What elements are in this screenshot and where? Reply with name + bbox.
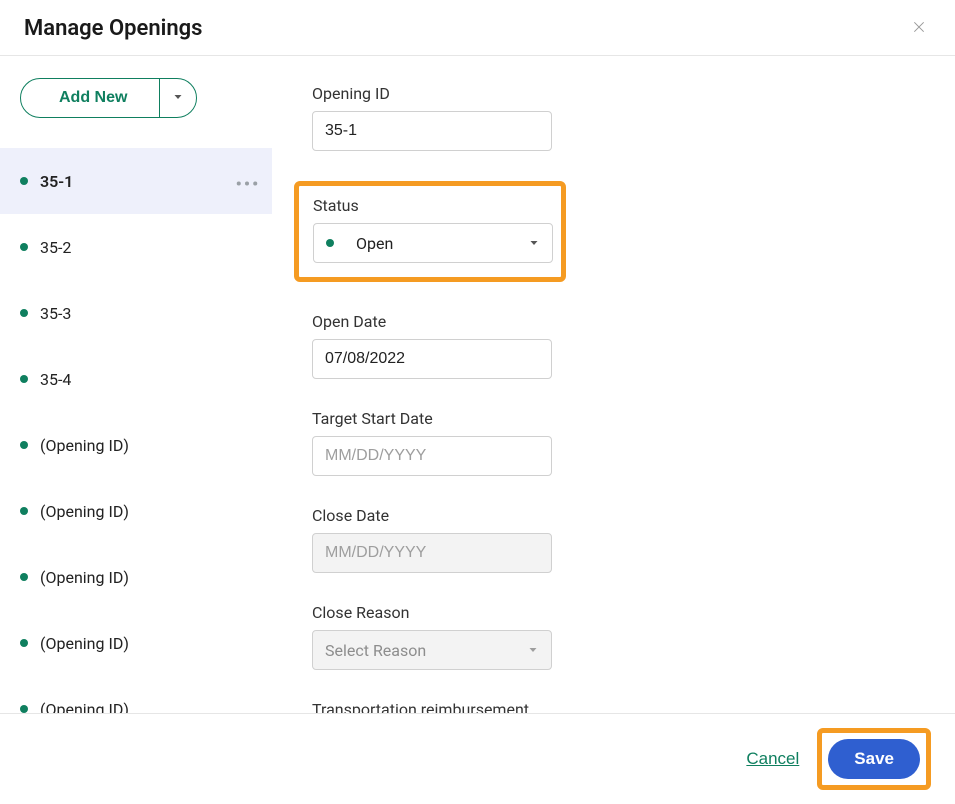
item-actions-button[interactable]	[236, 172, 258, 191]
chevron-down-icon	[527, 641, 539, 660]
close-reason-label: Close Reason	[312, 603, 915, 622]
target-start-date-input[interactable]	[312, 436, 552, 476]
opening-list-item-label: (Opening ID)	[40, 502, 129, 521]
modal-title: Manage Openings	[24, 16, 203, 41]
opening-list-item[interactable]: (Opening ID)	[0, 412, 272, 478]
opening-list-item[interactable]: 35-3	[0, 280, 272, 346]
close-date-label: Close Date	[312, 506, 915, 525]
opening-list-item-label: (Opening ID)	[40, 568, 129, 587]
opening-list-item-label: (Opening ID)	[40, 634, 129, 653]
opening-list-item[interactable]: 35-4	[0, 346, 272, 412]
open-date-input[interactable]	[312, 339, 552, 379]
modal-footer: Cancel Save	[0, 714, 955, 804]
status-dot-icon	[20, 243, 28, 251]
field-transportation: Transportation reimbursement Yes	[312, 700, 915, 713]
openings-list: 35-1 35-2 35-3 35-4 (Opening ID) (Opening ID)…	[0, 148, 272, 713]
status-dot-icon	[326, 239, 334, 247]
status-dot-icon	[20, 639, 28, 647]
status-dot-icon	[20, 573, 28, 581]
chevron-down-icon	[172, 91, 184, 106]
add-new-dropdown-button[interactable]	[159, 78, 197, 118]
status-dot-icon	[20, 375, 28, 383]
status-dot-icon	[20, 507, 28, 515]
opening-list-item[interactable]: (Opening ID)	[0, 676, 272, 713]
field-opening-id: Opening ID	[312, 84, 915, 151]
opening-list-item-label: (Opening ID)	[40, 700, 129, 714]
add-new-split-button: Add New	[20, 78, 272, 118]
opening-list-item[interactable]: 35-2	[0, 214, 272, 280]
status-dot-icon	[20, 705, 28, 713]
opening-list-item[interactable]: 35-1	[0, 148, 272, 214]
open-date-label: Open Date	[312, 312, 915, 331]
close-date-input	[312, 533, 552, 573]
status-select[interactable]: Open	[313, 223, 553, 263]
save-button-highlight: Save	[817, 728, 931, 790]
modal-header: Manage Openings	[0, 0, 955, 56]
field-target-start-date: Target Start Date	[312, 409, 915, 476]
status-label: Status	[313, 196, 547, 215]
opening-list-item-label: 35-4	[40, 370, 71, 389]
cancel-button[interactable]: Cancel	[746, 749, 799, 769]
field-close-date: Close Date	[312, 506, 915, 573]
add-new-button[interactable]: Add New	[20, 78, 160, 118]
close-reason-select: Select Reason	[312, 630, 552, 670]
transportation-label: Transportation reimbursement	[312, 700, 915, 713]
chevron-down-icon	[528, 234, 540, 253]
close-button[interactable]	[907, 17, 931, 41]
opening-id-label: Opening ID	[312, 84, 915, 103]
opening-list-item-label: 35-1	[40, 172, 73, 191]
status-dot-icon	[20, 177, 28, 185]
opening-list-item[interactable]: (Opening ID)	[0, 610, 272, 676]
opening-form-panel[interactable]: Opening ID Status Open Open Date Target …	[272, 56, 955, 713]
save-button[interactable]: Save	[828, 739, 920, 779]
status-value: Open	[356, 234, 393, 253]
opening-list-item[interactable]: (Opening ID)	[0, 478, 272, 544]
status-dot-icon	[20, 441, 28, 449]
more-horizontal-icon	[236, 172, 258, 191]
opening-list-item[interactable]: (Opening ID)	[0, 544, 272, 610]
status-dot-icon	[20, 309, 28, 317]
target-start-date-label: Target Start Date	[312, 409, 915, 428]
openings-sidebar[interactable]: Add New 35-1 35-2 35-3 35-4 (Opening ID) (Ope…	[0, 56, 272, 713]
close-icon	[911, 19, 927, 38]
opening-list-item-label: 35-3	[40, 304, 71, 323]
status-field-highlight: Status Open	[294, 181, 566, 282]
field-open-date: Open Date	[312, 312, 915, 379]
opening-list-item-label: 35-2	[40, 238, 71, 257]
opening-list-item-label: (Opening ID)	[40, 436, 129, 455]
field-close-reason: Close Reason Select Reason	[312, 603, 915, 670]
close-reason-value: Select Reason	[325, 641, 426, 660]
modal-body: Add New 35-1 35-2 35-3 35-4 (Opening ID) (Ope…	[0, 56, 955, 714]
opening-id-input[interactable]	[312, 111, 552, 151]
